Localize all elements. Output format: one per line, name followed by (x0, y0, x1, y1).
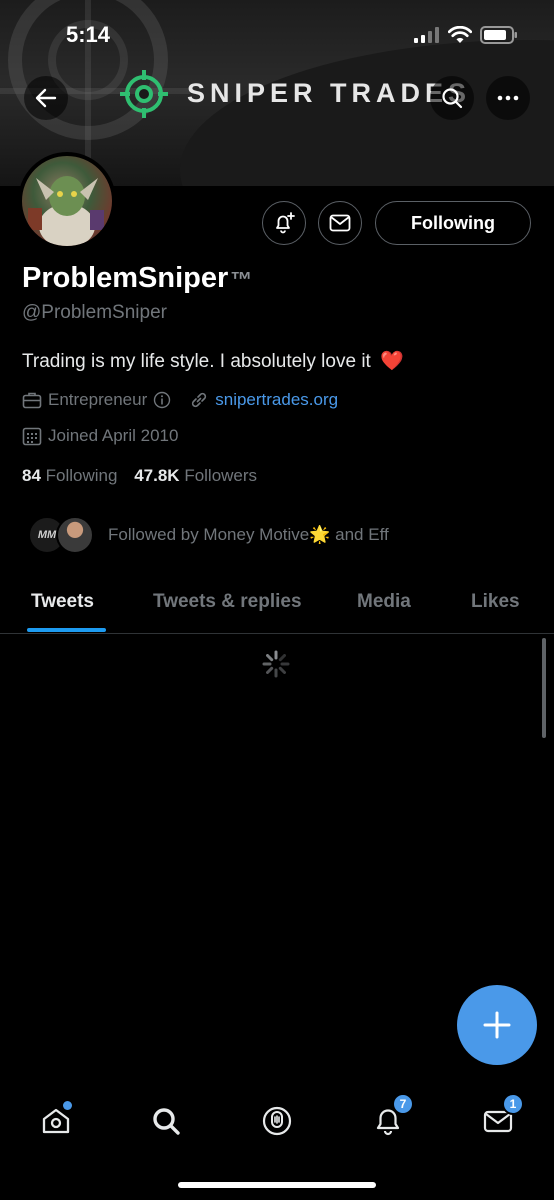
search-button[interactable] (430, 76, 474, 120)
loading-spinner-icon (262, 650, 290, 678)
tab-likes[interactable]: Likes (471, 591, 520, 613)
cellular-signal-icon (414, 27, 439, 43)
home-indicator[interactable] (178, 1182, 376, 1188)
notifications-badge: 7 (392, 1093, 414, 1115)
profile-avatar[interactable] (18, 152, 116, 250)
profile-handle: @ProblemSniper (22, 302, 167, 323)
profile-joined-date: Joined April 2010 (48, 426, 179, 445)
tab-tweets-and-replies[interactable]: Tweets & replies (153, 591, 302, 613)
nav-spaces[interactable] (257, 1101, 297, 1141)
followed-by-text: Followed by Money Motive🌟 and Eff (108, 525, 389, 544)
following-count: 84 (22, 466, 41, 485)
more-dots-icon (497, 95, 519, 101)
display-name-text: ProblemSniper (22, 262, 229, 294)
bio-text: Trading is my life style. I absolutely l… (22, 351, 371, 372)
follower-avatar-2 (56, 516, 94, 554)
wifi-icon (448, 26, 472, 43)
status-time: 5:14 (66, 22, 111, 47)
calendar-icon (22, 427, 42, 446)
active-tab-indicator (27, 628, 106, 632)
compose-tweet-button[interactable] (457, 985, 537, 1065)
following-label: Following (45, 466, 118, 485)
tab-media[interactable]: Media (357, 591, 411, 613)
spaces-microphone-icon (262, 1106, 292, 1136)
briefcase-icon (22, 392, 42, 409)
followers-label: Followers (184, 466, 258, 485)
search-icon (442, 88, 463, 109)
nav-search[interactable] (146, 1101, 186, 1141)
link-icon (192, 392, 207, 408)
back-button[interactable] (24, 76, 68, 120)
sniper-trades-logo (120, 70, 168, 118)
search-icon (153, 1108, 180, 1135)
more-options-button[interactable] (486, 76, 530, 120)
tab-tweets[interactable]: Tweets (31, 591, 94, 613)
message-button[interactable] (318, 201, 362, 245)
follow-counts: 84 Following 47.8K Followers (22, 466, 257, 486)
profile-category: Entrepreneur (48, 390, 148, 409)
nav-home[interactable] (36, 1101, 76, 1141)
profile-tabs: Tweets Tweets & replies Media Likes (0, 588, 554, 634)
nav-messages[interactable]: 1 (478, 1093, 524, 1141)
heart-emoji: ❤️ (380, 351, 404, 372)
notify-bell-button[interactable] (262, 201, 306, 245)
joined-row: Joined April 2010 (22, 426, 178, 446)
followers-count: 47.8K (134, 466, 180, 485)
scrollbar[interactable] (542, 638, 546, 738)
info-icon[interactable] (153, 391, 171, 409)
messages-badge: 1 (502, 1093, 524, 1115)
profile-website-link[interactable]: snipertrades.org (215, 390, 338, 410)
battery-icon (480, 26, 517, 44)
arrow-left-icon (35, 88, 57, 108)
followed-by-row[interactable]: MM Followed by Money Motive🌟 and Eff (28, 516, 389, 554)
trademark-symbol: ™ (230, 267, 253, 292)
avatar-illustration (28, 176, 104, 246)
status-icons (414, 26, 518, 44)
profile-display-name: ProblemSniper™ (22, 262, 252, 295)
profile-meta-row: Entrepreneur snipertrades.org (22, 390, 338, 410)
banner-brand-text: SNIPER TRADES (187, 78, 472, 108)
bell-plus-icon (276, 212, 295, 234)
following-button[interactable]: Following (375, 201, 531, 245)
profile-bio: Trading is my life style. I absolutely l… (22, 349, 404, 373)
plus-icon (483, 1011, 511, 1039)
following-stat[interactable]: 84 Following (22, 466, 117, 485)
followers-stat[interactable]: 47.8K Followers (134, 466, 257, 485)
nav-notifications[interactable]: 7 (368, 1093, 414, 1141)
envelope-icon (329, 214, 351, 232)
home-unread-dot (63, 1101, 72, 1110)
